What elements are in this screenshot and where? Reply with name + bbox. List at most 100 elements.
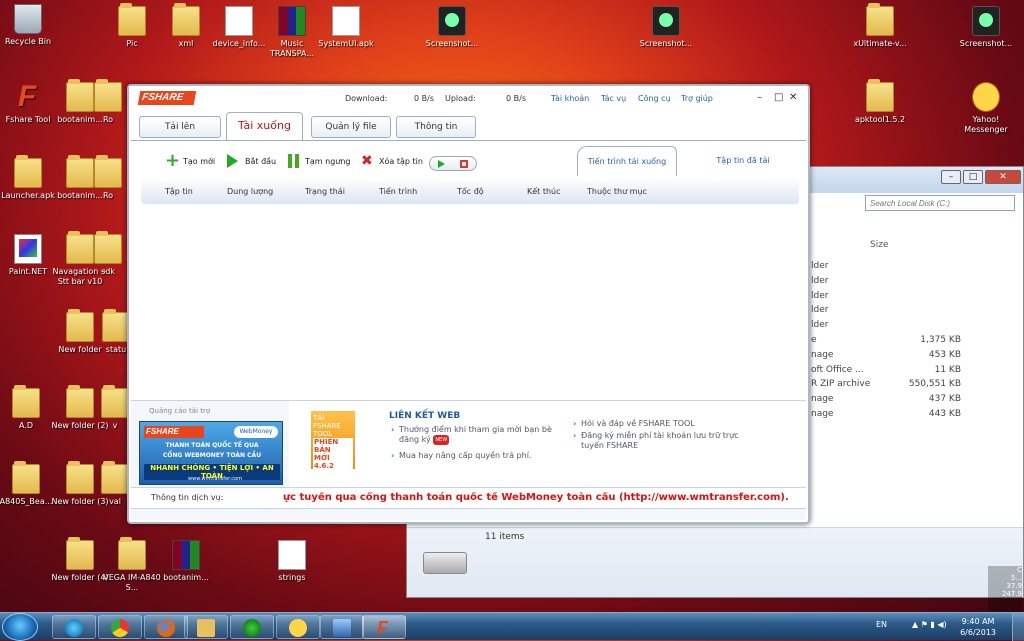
subtab-downloaded-files[interactable]: Tập tin đã tải: [703, 146, 783, 176]
link-register[interactable]: Đăng ký miễn phí tài khoản lưu trữ trực …: [573, 431, 751, 451]
sponsored-label: Quảng cáo tài trợ: [149, 407, 211, 415]
col-speed[interactable]: Tốc độ: [457, 187, 484, 196]
winrar-archive-icon: [278, 6, 306, 36]
delete-file-button[interactable]: ✖ Xóa tập tin: [361, 154, 423, 170]
file-type: lder: [811, 320, 829, 331]
subtab-download-progress[interactable]: Tiến trình tải xuống: [577, 146, 677, 176]
folder-icon: [172, 3, 200, 36]
menu-tools[interactable]: Công cụ: [638, 94, 671, 103]
file-row[interactable]: nage 443 KB: [811, 409, 961, 423]
stop-small-icon[interactable]: [460, 160, 468, 168]
start-button[interactable]: Bắt đầu: [227, 154, 276, 170]
col-folder[interactable]: Thuộc thư mục: [587, 187, 647, 196]
desktop-icon-sdk[interactable]: sdk: [88, 231, 128, 277]
fshare-logo-icon: F: [377, 618, 388, 638]
col-finish[interactable]: Kết thúc: [527, 187, 561, 196]
file-size: 11 KB: [934, 364, 961, 375]
file-row[interactable]: oft Office ... 11 KB: [811, 365, 961, 379]
taskbar-ie[interactable]: [52, 615, 96, 639]
fshare-tool-promo[interactable]: TẢI FSHARE TOOL PHIÊN BẢN MỚI 4.6.2: [311, 411, 355, 470]
pause-button[interactable]: Tạm ngưng: [287, 154, 351, 170]
file-row[interactable]: lder: [811, 305, 961, 319]
new-button[interactable]: + Tạo mới: [165, 152, 215, 170]
link-referral[interactable]: Thưởng điểm khi tham gia mời bạn bè đăng…: [391, 425, 559, 445]
link-faq[interactable]: Hỏi và đáp về FSHARE TOOL: [573, 419, 751, 429]
desktop-icon-yahoo[interactable]: Yahoo! Messenger: [954, 82, 1018, 135]
desktop-icon-xultimate[interactable]: xUltimate-v...: [848, 3, 912, 49]
minimize-icon[interactable]: –: [757, 92, 762, 103]
desktop-icon-ro-2[interactable]: Ro: [88, 155, 128, 201]
tab-file-manager[interactable]: Quản lý file: [311, 116, 391, 138]
file-row[interactable]: lder: [811, 291, 961, 305]
file-row[interactable]: lder: [811, 320, 961, 334]
taskbar-yahoo[interactable]: [276, 615, 320, 639]
file-row[interactable]: nage 453 KB: [811, 350, 961, 364]
banner-logo: FSHARE: [144, 426, 204, 438]
size-column-header[interactable]: Size: [870, 240, 888, 250]
download-table-header: Tập tin Dung lượng Trạng thái Tiến trình…: [141, 180, 799, 204]
explorer-close-button[interactable]: ✕: [985, 170, 1021, 184]
taskbar-idm[interactable]: [230, 615, 274, 639]
taskbar-display[interactable]: [320, 615, 364, 639]
maximize-icon[interactable]: □: [774, 92, 783, 103]
taskbar-explorer[interactable]: [184, 615, 228, 639]
file-type: e: [811, 335, 817, 345]
tab-upload[interactable]: Tải lên: [139, 116, 221, 138]
folder-icon: [102, 309, 130, 342]
download-list[interactable]: [141, 206, 799, 396]
desktop-icon-screenshot-1[interactable]: Screenshot...: [420, 6, 484, 49]
explorer-maximize-button[interactable]: □: [963, 170, 983, 184]
folder-icon: [94, 231, 122, 264]
gadget-line: 37.9: [1006, 582, 1022, 590]
yahoo-messenger-icon: [972, 82, 1000, 112]
desktop-icon-apktool[interactable]: apktool1.5.2: [848, 79, 912, 125]
desktop-icon-strings[interactable]: strings: [260, 540, 324, 583]
file-row[interactable]: R ZIP archive 550,551 KB: [811, 379, 961, 393]
desktop-icon-v[interactable]: v: [100, 385, 130, 431]
folder-icon: [866, 79, 894, 112]
tab-download[interactable]: Tài xuống: [226, 112, 303, 141]
menu-tasks[interactable]: Tác vụ: [601, 94, 626, 103]
explorer-minimize-button[interactable]: –: [941, 170, 961, 184]
folder-icon: [101, 461, 129, 494]
desktop-icon-screenshot-3[interactable]: Screenshot...: [954, 6, 1018, 49]
col-size[interactable]: Dung lượng: [227, 187, 273, 196]
quick-actions[interactable]: [429, 156, 477, 171]
file-row[interactable]: e 1,375 KB: [811, 335, 961, 349]
col-status[interactable]: Trạng thái: [305, 187, 345, 196]
language-indicator[interactable]: EN: [876, 620, 887, 629]
desktop-icon-bootanim-3[interactable]: bootanim...: [154, 540, 218, 583]
file-row[interactable]: nage 437 KB: [811, 394, 961, 408]
folder-icon: [866, 3, 894, 36]
desktop-icon-val[interactable]: val: [100, 461, 130, 507]
drive-icon: [423, 552, 467, 574]
show-desktop-button[interactable]: [1012, 613, 1024, 641]
tab-info[interactable]: Thông tin: [396, 116, 476, 138]
desktop-icon-screenshot-2[interactable]: Screenshot...: [634, 6, 698, 49]
col-progress[interactable]: Tiến trình: [379, 187, 417, 196]
taskbar-firefox[interactable]: [144, 615, 188, 639]
desktop-icon-systemui[interactable]: SystemUI.apk: [314, 6, 378, 49]
webmoney-banner[interactable]: FSHARE WebMoney THANH TOÁN QUỐC TẾ QUA C…: [139, 421, 283, 485]
col-file[interactable]: Tập tin: [165, 187, 193, 196]
start-button[interactable]: [2, 613, 38, 641]
clock[interactable]: 9:40 AM 6/6/2013: [960, 616, 996, 638]
menu-account[interactable]: Tài khoản: [551, 94, 589, 103]
link-upgrade[interactable]: Mua hay nâng cấp quyền trả phí.: [391, 451, 559, 461]
desktop-icon-recycle-bin[interactable]: Recycle Bin: [0, 4, 60, 47]
taskbar-chrome[interactable]: [98, 615, 142, 639]
service-marquee[interactable]: ực tuyến qua cổng thanh toán quốc tế Web…: [283, 492, 798, 503]
desktop-icon-ro-1[interactable]: Ro: [88, 79, 128, 125]
file-row[interactable]: lder: [811, 261, 961, 275]
promo-line: FSHARE: [313, 422, 341, 430]
explorer-search-input[interactable]: [865, 195, 1015, 211]
gadget-line: 247.9: [1001, 590, 1022, 598]
taskbar-fshare[interactable]: F: [362, 615, 406, 639]
menu-help[interactable]: Trợ giúp: [681, 94, 713, 103]
play-small-icon[interactable]: [438, 160, 445, 168]
tray-icons[interactable]: ▲ ⚑ ▮ ◀): [912, 620, 947, 629]
close-icon[interactable]: ✕: [789, 92, 797, 103]
file-size: 550,551 KB: [908, 379, 961, 390]
folder-icon: [66, 385, 94, 418]
file-row[interactable]: lder: [811, 276, 961, 290]
